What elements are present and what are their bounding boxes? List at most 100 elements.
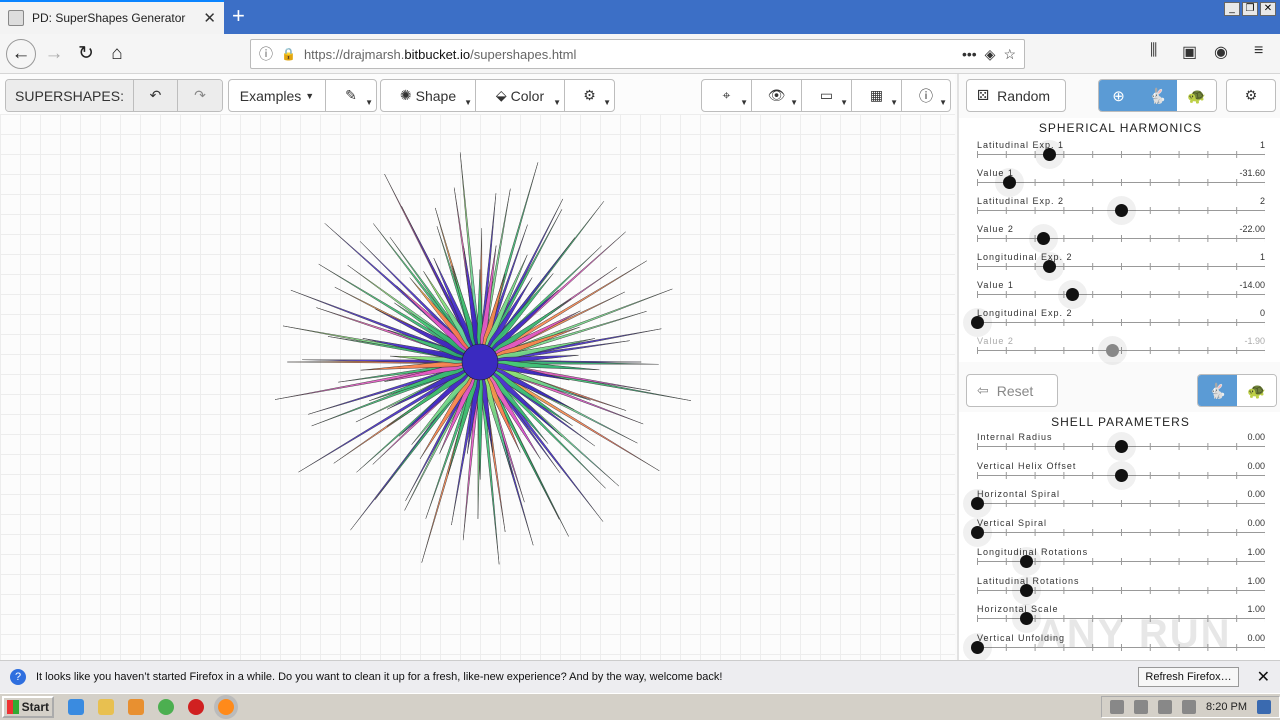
home-icon[interactable]: ⌂ <box>103 40 131 68</box>
slider-thumb[interactable] <box>1106 344 1120 357</box>
shell-mode-toggle: 🐇 🐢 <box>1197 374 1277 407</box>
slider[interactable]: Value 1 -31.60 <box>977 168 1265 196</box>
random-label: Random <box>997 87 1051 104</box>
account-icon[interactable]: ◉ <box>1214 42 1228 62</box>
network-icon[interactable] <box>1134 700 1149 714</box>
url-text[interactable]: https://drajmarsh.bitbucket.io/supershap… <box>304 47 954 62</box>
redo-icon[interactable]: ↷ <box>178 80 222 111</box>
slider-thumb[interactable] <box>971 316 984 329</box>
slider-thumb[interactable] <box>971 640 984 654</box>
slider[interactable]: Value 2 -22.00 <box>977 224 1265 252</box>
volume-icon[interactable] <box>1158 700 1173 714</box>
question-icon: ? <box>10 669 26 685</box>
display-button[interactable]: ▭ ▼ <box>802 80 852 111</box>
menu-icon[interactable]: ≡ <box>1254 42 1263 60</box>
slider-thumb[interactable] <box>1002 176 1016 189</box>
edit-pen-button[interactable]: ✎ ▼ <box>326 80 376 111</box>
flag-icon[interactable] <box>1182 700 1197 714</box>
slider-thumb[interactable] <box>971 526 984 540</box>
address-bar[interactable]: ⓘ 🔒 https://drajmarsh.bitbucket.io/super… <box>250 39 1025 69</box>
close-window-icon[interactable]: ✕ <box>1260 2 1276 16</box>
slider-label: Longitudinal Exp. 2 <box>977 308 1073 318</box>
back-icon[interactable]: ← <box>6 39 36 69</box>
hare-icon[interactable]: 🐇 <box>1138 80 1177 111</box>
reload-icon[interactable]: ↻ <box>72 40 100 68</box>
pocket-icon[interactable]: ◈ <box>985 46 996 63</box>
examples-button[interactable]: Examples ▼ <box>229 80 326 111</box>
chevron-down-icon: ▼ <box>939 98 947 107</box>
random-button[interactable]: ⚄ Random <box>966 79 1066 112</box>
browser-tab[interactable]: PD: SuperShapes Generator ✕ <box>0 0 224 34</box>
info-icon[interactable]: ⓘ <box>259 44 273 64</box>
shape-color-group: ✺ Shape ▼ ⬙ Color ▼ ⚙ ▼ <box>380 79 615 112</box>
target-button[interactable]: ⌖ ▼ <box>702 80 752 111</box>
slider-ticks <box>977 179 1265 186</box>
bookmark-star-icon[interactable]: ☆ <box>1003 46 1016 63</box>
hare-icon[interactable]: 🐇 <box>1198 375 1237 406</box>
slider[interactable]: Latitudinal Exp. 2 2 <box>977 196 1265 224</box>
slider[interactable]: Value 2 -1.90 <box>977 336 1265 364</box>
slider-thumb[interactable] <box>971 497 984 511</box>
opera-icon[interactable] <box>188 699 204 715</box>
slider[interactable]: Longitudinal Exp. 2 0 <box>971 308 1265 336</box>
tab-close-icon[interactable]: ✕ <box>203 9 216 27</box>
taskbar: Start 8:20 PM <box>0 693 1280 720</box>
slider-thumb[interactable] <box>1043 260 1056 273</box>
slider-value: 1.00 <box>1247 546 1265 557</box>
firefox-taskbar-icon[interactable] <box>218 699 234 715</box>
new-tab-button[interactable]: + <box>232 4 245 28</box>
3d-canvas[interactable] <box>0 114 955 660</box>
undo-icon[interactable]: ↶ <box>134 80 178 111</box>
panel-settings-button[interactable]: ⚙ <box>1226 79 1276 112</box>
slider[interactable]: Latitudinal Rotations 1.00 <box>977 576 1265 604</box>
slider-ticks <box>977 500 1265 508</box>
slider[interactable]: Longitudinal Rotations 1.00 <box>977 547 1265 575</box>
library-icon[interactable]: ⫼ <box>1150 42 1157 60</box>
show-desktop-icon[interactable] <box>1257 700 1271 714</box>
reset-button[interactable]: ⇦ Reset <box>966 374 1058 407</box>
forward-icon[interactable]: → <box>40 40 68 68</box>
slider[interactable]: Vertical Helix Offset 0.00 <box>977 461 1265 489</box>
slider-thumb[interactable] <box>1019 583 1033 597</box>
slider-thumb[interactable] <box>1115 468 1128 482</box>
slider-thumb[interactable] <box>1115 204 1128 217</box>
slider-value: 0.00 <box>1247 632 1265 643</box>
sidebar-icon[interactable]: ▣ <box>1182 42 1197 62</box>
tray-arrow-icon[interactable] <box>1110 700 1125 714</box>
info-button[interactable]: ⓘ ▼ <box>902 80 950 111</box>
media-player-icon[interactable] <box>128 699 144 715</box>
slider-label: Value 2 <box>977 336 1014 346</box>
restore-icon[interactable]: ❐ <box>1242 2 1258 16</box>
minimize-icon[interactable]: _ <box>1224 2 1240 16</box>
slider-thumb[interactable] <box>1037 232 1051 245</box>
shape-button[interactable]: ✺ Shape ▼ <box>381 80 476 111</box>
page-actions-icon[interactable]: ••• <box>962 46 977 62</box>
slider[interactable]: Vertical Spiral 0.00 <box>971 518 1265 546</box>
slider[interactable]: Latitudinal Exp. 11 <box>977 140 1265 168</box>
tortoise-icon[interactable]: 🐢 <box>1177 80 1216 111</box>
color-button[interactable]: ⬙ Color ▼ <box>476 80 565 111</box>
slider-thumb[interactable] <box>1066 288 1080 301</box>
orbit-icon[interactable]: ⊕ <box>1099 80 1138 111</box>
control-panel: ⚄ Random ⊕ 🐇 🐢 ⚙ SPHERICAL HARMONICS Lati… <box>957 74 1280 660</box>
slider-thumb[interactable] <box>1043 148 1056 161</box>
slider[interactable]: Value 1 -14.00 <box>977 280 1265 308</box>
slider-thumb[interactable] <box>1019 554 1033 568</box>
settings-button[interactable]: ⚙ ▼ <box>565 80 614 111</box>
start-button[interactable]: Start <box>2 696 54 718</box>
windows-logo-icon <box>7 700 19 714</box>
slider-thumb[interactable] <box>1115 440 1128 453</box>
slider[interactable]: Internal Radius 0.00 <box>977 432 1265 460</box>
chrome-icon[interactable] <box>158 699 174 715</box>
refresh-firefox-button[interactable]: Refresh Firefox… <box>1138 667 1239 687</box>
notification-message: It looks like you haven’t started Firefo… <box>36 671 723 683</box>
mesh-button[interactable]: ▦ ▼ <box>852 80 902 111</box>
view-button[interactable]: 👁 ▼ <box>752 80 802 111</box>
close-notification-icon[interactable]: ✕ <box>1257 667 1270 687</box>
ie-icon[interactable] <box>68 699 84 715</box>
tortoise-icon[interactable]: 🐢 <box>1237 375 1276 406</box>
slider-thumb[interactable] <box>1019 612 1033 626</box>
slider[interactable]: Longitudinal Exp. 2 1 <box>977 252 1265 280</box>
folder-icon[interactable] <box>98 699 114 715</box>
slider[interactable]: Horizontal Spiral 0.00 <box>971 489 1265 517</box>
